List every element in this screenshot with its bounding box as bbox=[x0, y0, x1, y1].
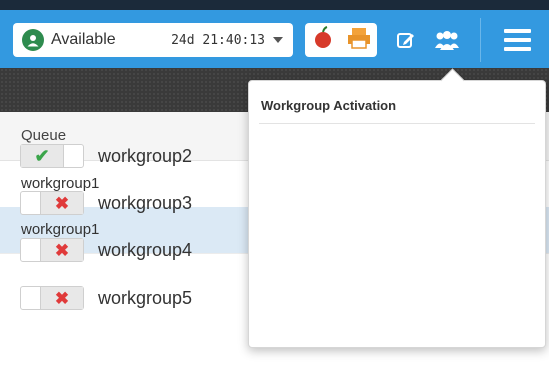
workgroup3-toggle[interactable]: ✖ bbox=[20, 191, 84, 215]
x-mark-icon: ✖ bbox=[54, 240, 70, 260]
x-mark-icon: ✖ bbox=[54, 288, 70, 308]
workgroup-label: workgroup4 bbox=[98, 239, 193, 260]
toggle-on-segment: ✔ bbox=[21, 145, 64, 167]
hamburger-menu-icon[interactable] bbox=[497, 23, 537, 57]
workgroup-toggle-row: ✖ workgroup3 bbox=[20, 190, 192, 216]
chevron-down-icon bbox=[273, 37, 283, 43]
workgroup5-toggle[interactable]: ✖ bbox=[20, 286, 84, 310]
status-dropdown[interactable]: Available 24d 21:40:13 bbox=[13, 23, 293, 57]
toggle-off-segment: ✖ bbox=[40, 287, 83, 309]
users-icon[interactable] bbox=[430, 23, 464, 57]
workgroup-toggle-row: ✖ workgroup5 bbox=[20, 285, 192, 311]
edit-icon[interactable] bbox=[389, 23, 423, 57]
toggle-off-segment: ✖ bbox=[40, 239, 83, 261]
toggle-off-segment: ✖ bbox=[40, 192, 83, 214]
workgroup-toggle-row: ✔ workgroup2 bbox=[20, 143, 192, 169]
x-mark-icon: ✖ bbox=[54, 193, 70, 213]
printer-icon[interactable] bbox=[347, 27, 371, 54]
checkmark-icon: ✔ bbox=[34, 146, 50, 166]
top-toolbar: Available 24d 21:40:13 bbox=[0, 0, 549, 68]
toolbar-divider bbox=[480, 18, 481, 62]
status-label: Available bbox=[51, 31, 116, 48]
workgroup-label: workgroup5 bbox=[98, 287, 193, 308]
workgroup4-toggle[interactable]: ✖ bbox=[20, 238, 84, 262]
workgroup-toggle-row: ✖ workgroup4 bbox=[20, 237, 192, 263]
utility-icon-group bbox=[305, 23, 377, 57]
status-timer: 24d 21:40:13 bbox=[171, 32, 265, 48]
workgroup2-toggle[interactable]: ✔ bbox=[20, 144, 84, 168]
apple-icon[interactable] bbox=[312, 25, 334, 55]
popover-divider bbox=[259, 123, 535, 124]
queue-header-label: Queue bbox=[21, 127, 67, 144]
workgroup-label: workgroup2 bbox=[98, 145, 193, 166]
workgroup-activation-popover: Workgroup Activation bbox=[248, 68, 546, 348]
queue-name: workgroup1 bbox=[21, 221, 100, 238]
window-top-strip bbox=[0, 0, 549, 10]
workgroup-label: workgroup3 bbox=[98, 192, 193, 213]
available-status-icon bbox=[22, 29, 44, 51]
popover-title: Workgroup Activation bbox=[261, 98, 397, 113]
